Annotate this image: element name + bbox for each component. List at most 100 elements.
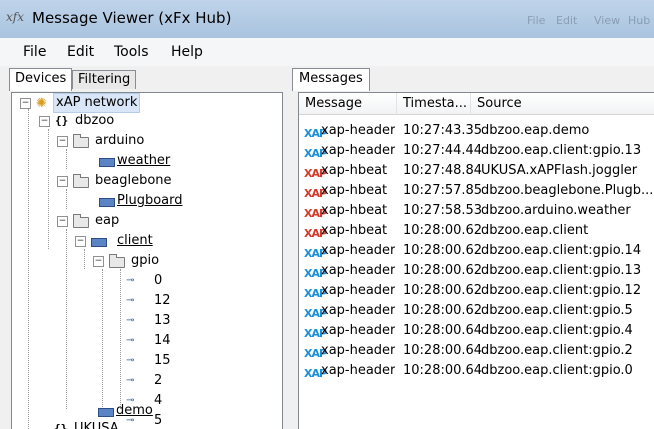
message-row[interactable]: XAP xap-header 10:27:44.44 dbzoo.eap.client…	[299, 141, 654, 161]
background-window-menu-edit: Edit	[556, 14, 578, 27]
pin-icon: ⊸	[126, 335, 135, 346]
tree-line	[48, 129, 49, 249]
timestamp-cell: 10:28:00.64	[403, 343, 483, 358]
tree-line	[66, 229, 67, 409]
tree-node-label: 4	[154, 393, 163, 408]
device-tree[interactable]: − ✺ xAP network − {} dbzoo − arduino wea…	[11, 92, 283, 429]
pin-icon: ⊸	[126, 375, 135, 386]
messages-list[interactable]: Message Timesta... Source XAP xap-header 1…	[298, 92, 654, 429]
collapse-icon[interactable]: −	[57, 136, 68, 147]
menu-edit[interactable]: Edit	[67, 44, 94, 60]
source-cell: dbzoo.beaglebone.Plugb...	[481, 183, 653, 198]
timestamp-cell: 10:28:00.62	[403, 283, 483, 298]
message-row[interactable]: XAP xap-header 10:27:43.35 dbzoo.eap.demo	[299, 121, 654, 141]
column-header-label: Source	[477, 96, 522, 111]
xfx-app-icon[interactable]: xfx	[6, 10, 26, 26]
message-type-cell: xap-hbeat	[321, 183, 388, 198]
timestamp-cell: 10:28:00.62	[403, 303, 483, 318]
tree-line	[84, 249, 85, 269]
tree-line	[28, 109, 29, 429]
collapse-icon[interactable]: −	[93, 256, 104, 267]
tab-messages[interactable]: Messages	[292, 68, 370, 91]
tree-node-label: 14	[154, 333, 171, 348]
message-type-cell: xap-header	[321, 323, 396, 338]
device-icon	[91, 238, 107, 247]
source-cell: dbzoo.eap.client:gpio.5	[481, 303, 633, 318]
timestamp-cell: 10:27:43.35	[403, 123, 483, 138]
source-cell: dbzoo.eap.demo	[481, 123, 590, 138]
message-row[interactable]: XAP xap-header 10:28:00.64 dbzoo.eap.client…	[299, 361, 654, 381]
message-row[interactable]: XAP xap-header 10:28:00.62 dbzoo.eap.client…	[299, 261, 654, 281]
message-type-cell: xap-header	[321, 303, 396, 318]
message-row[interactable]: XAP xap-header 10:28:00.62 dbzoo.eap.client…	[299, 301, 654, 321]
menu-bar: File Edit Tools Help	[0, 38, 654, 67]
message-type-cell: xap-header	[321, 343, 396, 358]
tree-node-label: Plugboard	[117, 193, 183, 208]
menu-tools[interactable]: Tools	[114, 44, 149, 60]
message-type-cell: xap-hbeat	[321, 223, 388, 238]
column-header-label: Timesta...	[403, 96, 468, 111]
timestamp-cell: 10:27:57.85	[403, 183, 483, 198]
collapse-icon[interactable]: −	[20, 98, 31, 109]
source-cell: dbzoo.eap.client:gpio.4	[481, 323, 633, 338]
collapse-icon[interactable]: −	[57, 176, 68, 187]
column-header-label: Message	[305, 96, 362, 111]
tab-devices[interactable]: Devices	[9, 68, 73, 91]
tree-node-label: dbzoo	[75, 113, 115, 128]
menu-help[interactable]: Help	[171, 44, 203, 60]
tab-filtering-label: Filtering	[78, 72, 131, 87]
tree-node-label: eap	[95, 213, 120, 228]
source-cell: dbzoo.eap.client:gpio.13	[481, 143, 642, 158]
tab-filtering[interactable]: Filtering	[72, 70, 137, 89]
message-row[interactable]: XAP xap-hbeat 10:27:48.84 UKUSA.xAPFlash.jo…	[299, 161, 654, 181]
tree-node-label: 5	[154, 413, 163, 428]
folder-icon	[73, 214, 89, 228]
tree-line	[66, 149, 67, 169]
source-cell: dbzoo.eap.client	[481, 223, 589, 238]
collapse-icon[interactable]: −	[57, 216, 68, 227]
message-row[interactable]: XAP xap-hbeat 10:27:58.53 dbzoo.arduino.wea…	[299, 201, 654, 221]
source-cell: dbzoo.eap.client:gpio.13	[481, 263, 642, 278]
tree-node-label: demo	[116, 403, 153, 418]
group-braces-icon: {}	[54, 422, 68, 429]
message-type-cell: xap-hbeat	[321, 163, 388, 178]
folder-icon	[109, 254, 125, 268]
collapse-icon[interactable]: −	[39, 116, 50, 127]
tree-node-label: client	[117, 233, 153, 248]
message-type-cell: xap-hbeat	[321, 203, 388, 218]
timestamp-cell: 10:27:48.84	[403, 163, 483, 178]
column-header-message[interactable]: Message	[299, 93, 397, 115]
message-row[interactable]: XAP xap-header 10:28:00.62 dbzoo.eap.client…	[299, 241, 654, 261]
message-row[interactable]: XAP xap-hbeat 10:27:57.85 dbzoo.beaglebone.…	[299, 181, 654, 201]
tree-node-label: gpio	[131, 253, 160, 268]
tree-node-label: arduino	[95, 133, 145, 148]
menu-file[interactable]: File	[23, 44, 46, 60]
timestamp-cell: 10:28:00.62	[403, 223, 483, 238]
message-row[interactable]: XAP xap-hbeat 10:28:00.62 dbzoo.eap.client	[299, 221, 654, 241]
title-bar[interactable]: xfx Message Viewer (xFx Hub) File Edit V…	[0, 0, 654, 39]
message-row[interactable]: XAP xap-header 10:28:00.62 dbzoo.eap.client…	[299, 281, 654, 301]
collapse-icon[interactable]: −	[75, 236, 86, 247]
tree-line	[120, 269, 121, 409]
tree-node-label: 12	[154, 293, 171, 308]
message-type-cell: xap-header	[321, 263, 396, 278]
network-globe-icon: ✺	[36, 96, 47, 111]
timestamp-cell: 10:27:58.53	[403, 203, 483, 218]
device-icon	[99, 198, 115, 207]
message-row[interactable]: XAP xap-header 10:28:00.64 dbzoo.eap.client…	[299, 341, 654, 361]
background-window-menu-file: File	[527, 14, 546, 27]
source-cell: dbzoo.arduino.weather	[481, 203, 631, 218]
message-type-cell: xap-header	[321, 243, 396, 258]
tree-node-label: beaglebone	[95, 173, 172, 188]
tree-node-label: 2	[154, 373, 163, 388]
timestamp-cell: 10:28:00.62	[403, 243, 483, 258]
message-row[interactable]: XAP xap-header 10:28:00.64 dbzoo.eap.client…	[299, 321, 654, 341]
folder-icon	[73, 134, 89, 148]
tree-node-label: xAP network	[52, 93, 141, 113]
tree-line	[102, 269, 103, 409]
column-header-source[interactable]: Source	[471, 93, 654, 115]
column-header-timestamp[interactable]: Timesta...	[397, 93, 471, 115]
tab-messages-label: Messages	[299, 71, 363, 86]
pin-icon: ⊸	[126, 315, 135, 326]
message-type-cell: xap-header	[321, 143, 396, 158]
